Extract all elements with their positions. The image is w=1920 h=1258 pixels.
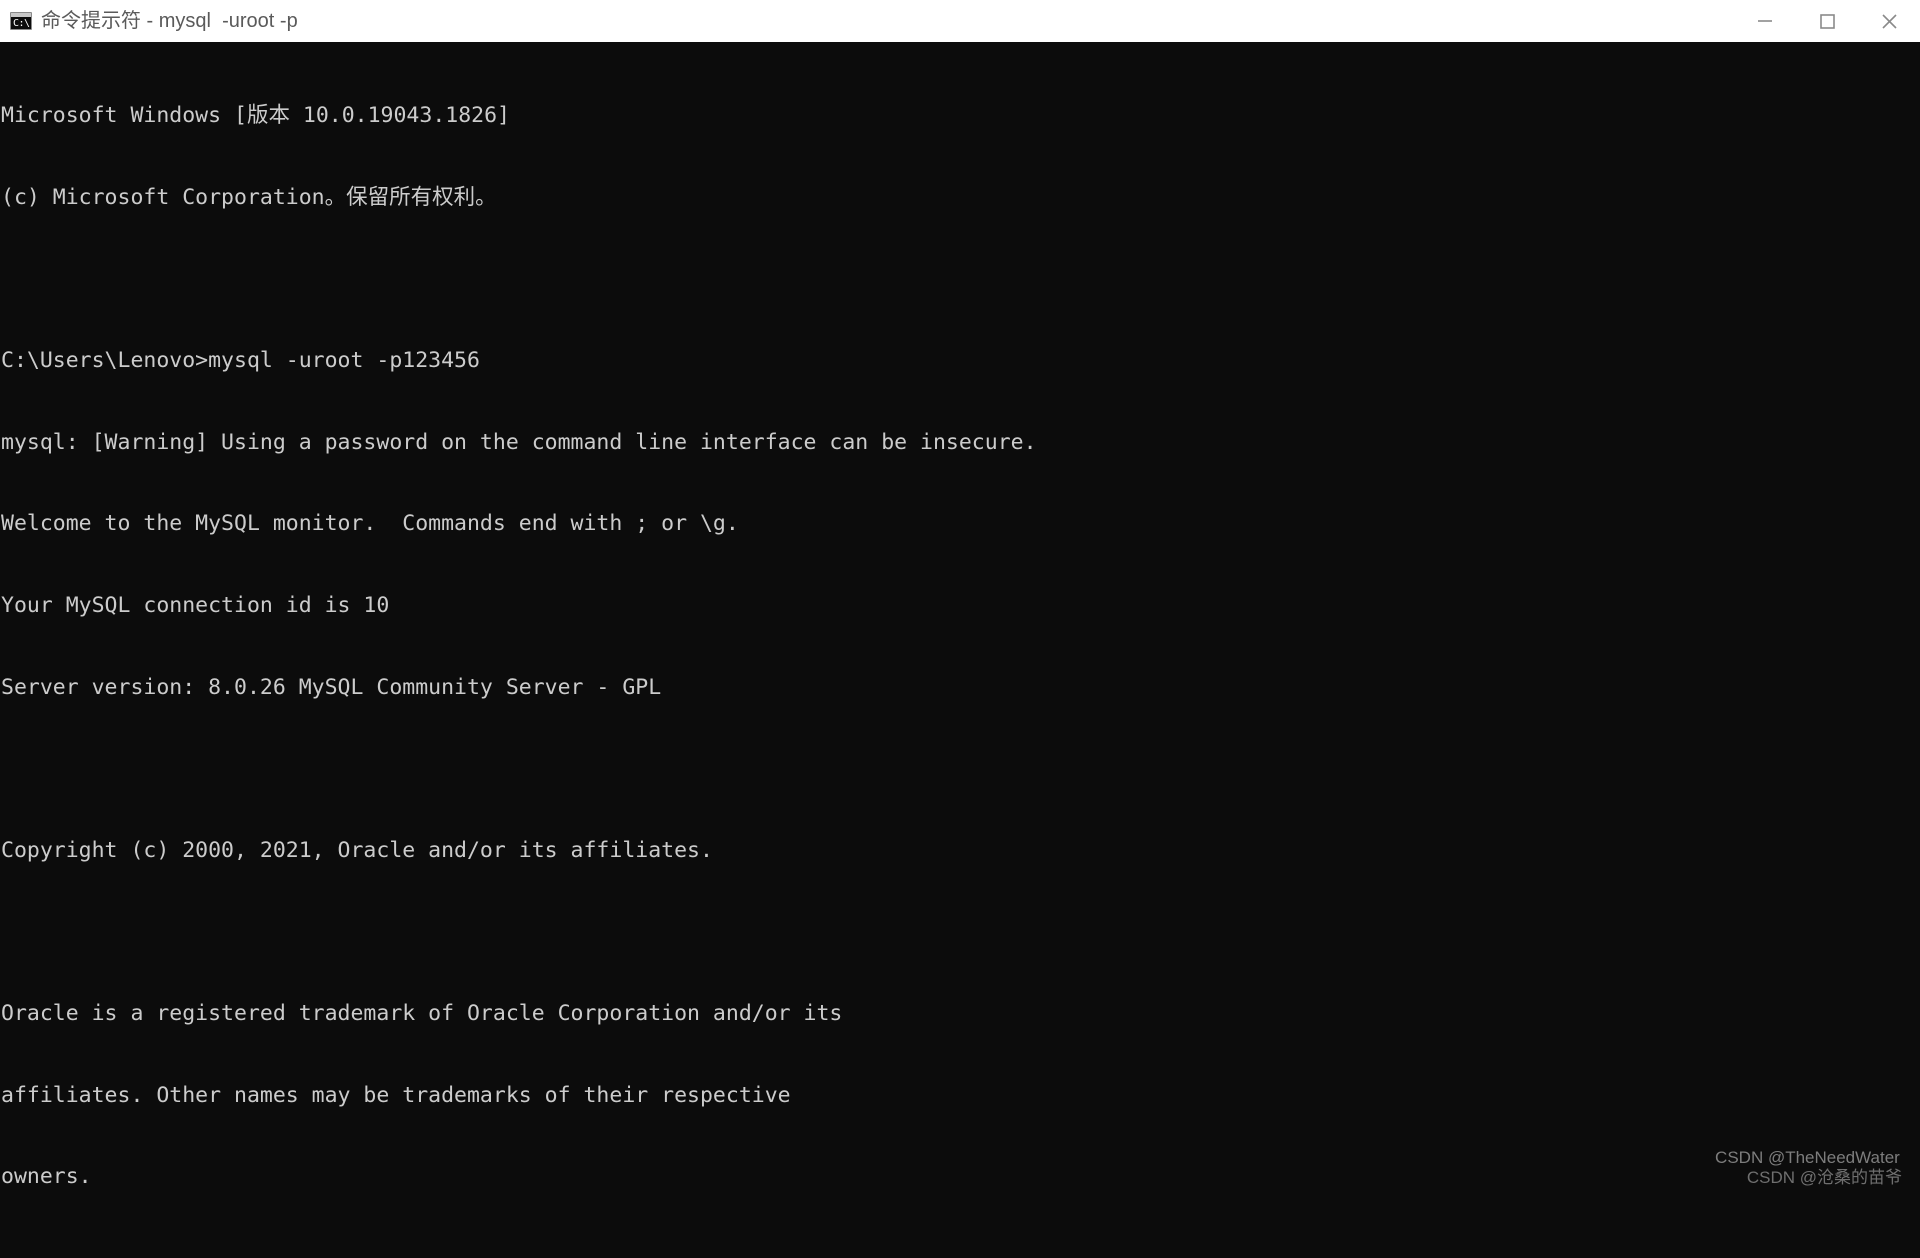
close-button[interactable]	[1858, 0, 1920, 41]
cmd-icon-glyph: C:\	[13, 17, 30, 29]
csdn-watermark: CSDN @沧桑的苗爷 CSDN @TheNeedWater	[1681, 1128, 1902, 1248]
window-controls	[1734, 0, 1920, 41]
console-line: affiliates. Other names may be trademark…	[1, 1082, 791, 1108]
console-output[interactable]: Microsoft Windows [版本 10.0.19043.1826] (…	[0, 42, 1920, 1258]
console-line: Oracle is a registered trademark of Orac…	[1, 1000, 843, 1026]
minimize-button[interactable]	[1734, 0, 1796, 41]
console-line: Copyright (c) 2000, 2021, Oracle and/or …	[1, 837, 713, 863]
console-line: Welcome to the MySQL monitor. Commands e…	[1, 511, 739, 537]
window-title: 命令提示符 - mysql -uroot -p	[41, 9, 298, 32]
watermark-secondary: CSDN @TheNeedWater	[1715, 1148, 1900, 1167]
watermark-primary: CSDN @沧桑的苗爷	[1746, 1168, 1902, 1187]
console-line: Microsoft Windows [版本 10.0.19043.1826]	[1, 103, 510, 129]
maximize-icon	[1820, 13, 1835, 29]
cmd-icon: C:\	[10, 11, 32, 30]
console-line: (c) Microsoft Corporation。保留所有权利。	[1, 185, 497, 210]
minimize-icon	[1758, 19, 1772, 22]
title-bar-left: C:\ 命令提示符 - mysql -uroot -p	[0, 9, 1734, 33]
title-bar[interactable]: C:\ 命令提示符 - mysql -uroot -p	[0, 0, 1920, 42]
console-line: C:\Users\Lenovo>mysql -uroot -p123456	[1, 348, 480, 374]
console-line: owners.	[1, 1164, 92, 1190]
command-prompt-window: C:\ 命令提示符 - mysql -uroot -p Microsoft Wi…	[0, 0, 1920, 1258]
close-icon	[1882, 13, 1897, 29]
console-line: mysql: [Warning] Using a password on the…	[1, 429, 1037, 455]
watermark-stack: CSDN @沧桑的苗爷 CSDN @TheNeedWater	[1709, 1148, 1902, 1228]
console-line: Server version: 8.0.26 MySQL Community S…	[1, 674, 662, 700]
console-line: Your MySQL connection id is 10	[1, 592, 390, 618]
maximize-button[interactable]	[1796, 0, 1858, 41]
